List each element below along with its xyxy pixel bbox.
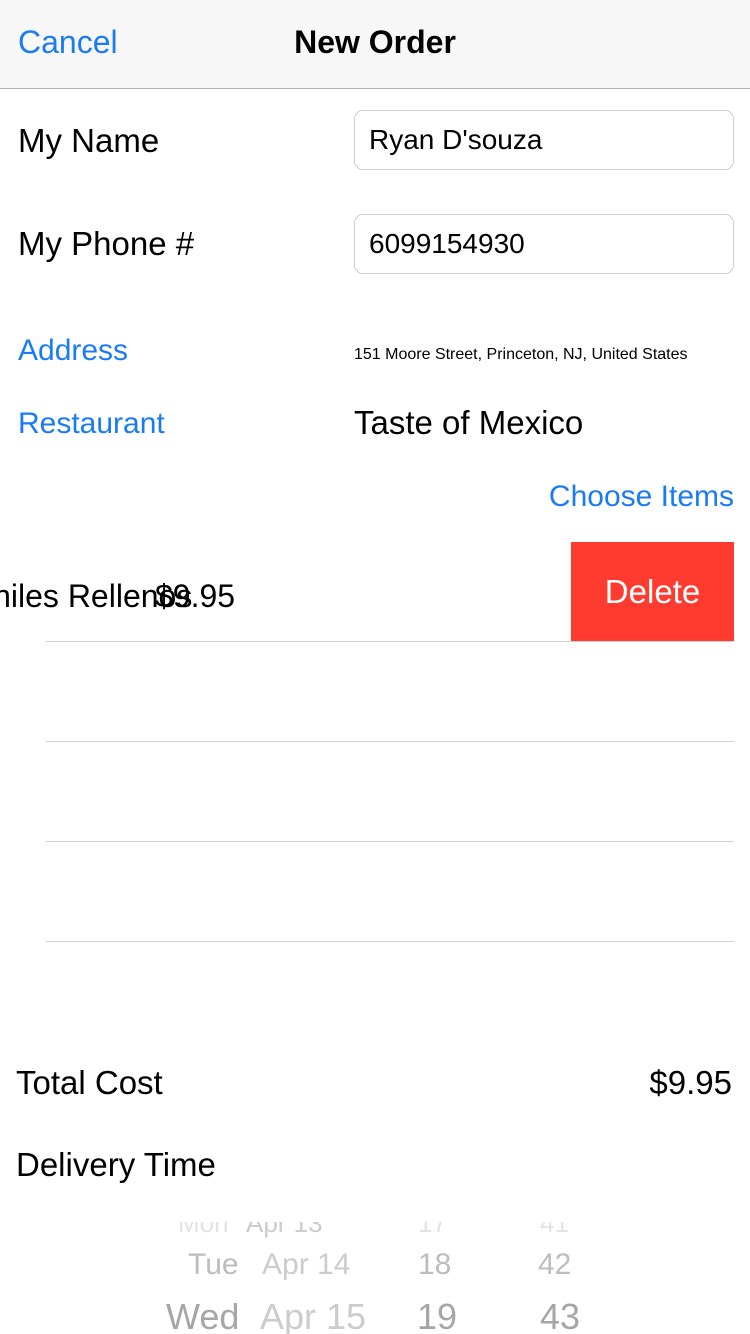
phone-label: My Phone # xyxy=(18,225,195,262)
picker-row-selected[interactable]: Wed Apr 15 19 43 xyxy=(0,1296,750,1334)
name-field[interactable] xyxy=(354,110,734,170)
restaurant-value: Taste of Mexico xyxy=(354,404,584,441)
picker-row[interactable]: Tue Apr 14 18 42 xyxy=(0,1248,750,1300)
address-value: 151 Moore Street, Princeton, NJ, United … xyxy=(354,346,688,363)
delivery-time-label: Delivery Time xyxy=(16,1146,216,1183)
picker-minute: 43 xyxy=(540,1296,581,1334)
delivery-time-picker[interactable]: Mon Apr 13 17 41 Tue Apr 14 18 42 Wed Ap… xyxy=(0,1222,750,1334)
picker-date: Apr 13 xyxy=(246,1222,323,1238)
picker-date: Apr 14 xyxy=(262,1248,351,1281)
restaurant-link[interactable]: Restaurant xyxy=(18,407,165,441)
phone-field[interactable] xyxy=(354,214,734,274)
picker-hour: 17 xyxy=(418,1222,447,1238)
total-cost-value: $9.95 xyxy=(649,1064,732,1101)
choose-items-button[interactable]: Choose Items xyxy=(549,480,734,514)
name-label: My Name xyxy=(18,122,160,159)
delete-button[interactable]: Delete xyxy=(571,542,734,642)
item-price: $9.95 xyxy=(155,578,236,614)
picker-day: Mon xyxy=(178,1222,229,1238)
row-separator xyxy=(46,941,734,942)
picker-minute: 41 xyxy=(540,1222,569,1238)
row-separator xyxy=(46,841,734,842)
picker-date: Apr 15 xyxy=(260,1296,367,1334)
picker-day: Wed xyxy=(166,1296,240,1334)
page-title: New Order xyxy=(294,24,456,60)
row-separator xyxy=(46,741,734,742)
picker-hour: 18 xyxy=(418,1248,452,1281)
order-item-row[interactable]: Chiles Rellenos $9.95 Delete xyxy=(0,542,734,642)
row-separator xyxy=(46,641,734,642)
total-cost-label: Total Cost xyxy=(16,1064,163,1101)
address-link[interactable]: Address xyxy=(18,334,128,368)
picker-hour: 19 xyxy=(417,1296,458,1334)
picker-day: Tue xyxy=(188,1248,239,1281)
navigation-bar: Cancel New Order xyxy=(0,0,750,89)
picker-minute: 42 xyxy=(538,1248,572,1281)
